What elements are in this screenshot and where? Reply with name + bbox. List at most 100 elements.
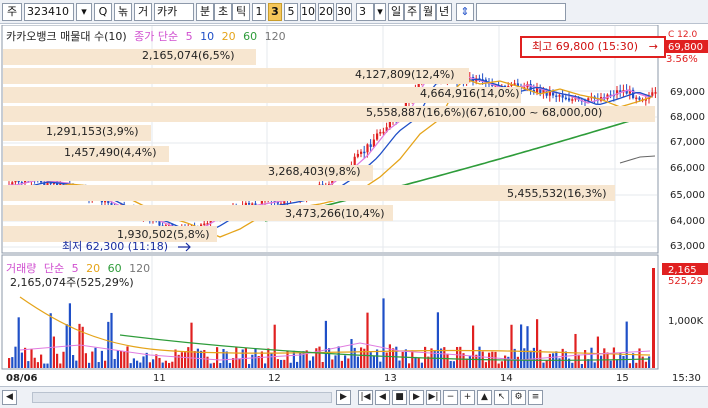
volume-bar (312, 356, 315, 368)
volume-bar (590, 347, 593, 368)
volume-bar (286, 351, 289, 368)
volume-bar (648, 356, 651, 368)
next-button[interactable]: ▶ (409, 390, 424, 405)
volume-bar (171, 361, 174, 368)
blank-field[interactable] (476, 3, 566, 21)
interval-10[interactable]: 10 (300, 3, 316, 21)
volume-bar (324, 320, 327, 368)
volume-bar (411, 350, 414, 368)
volume-bar (382, 298, 385, 368)
settings-icon[interactable]: ⚙ (511, 390, 526, 405)
scroll-left-button[interactable]: ◀ (2, 390, 17, 405)
ma-60[interactable]: 60 (243, 30, 257, 43)
cursor-icon[interactable]: ↖ (494, 390, 509, 405)
volume-bar (635, 362, 638, 368)
volume-bar (449, 360, 452, 368)
volume-bar (152, 359, 155, 368)
menu-icon[interactable]: ≡ (528, 390, 543, 405)
view-year[interactable]: 년 (436, 3, 452, 21)
sort-icon[interactable]: ⇕ (456, 3, 474, 21)
stock-name-field[interactable]: 카카 (154, 3, 194, 21)
ma-120[interactable]: 120 (265, 30, 286, 43)
volume-bar (88, 362, 91, 368)
volume-bar (347, 358, 350, 368)
ma-20[interactable]: 20 (222, 30, 236, 43)
period-tick[interactable]: 틱 (232, 3, 250, 21)
candle (366, 144, 369, 153)
y-tick: 67,000 (670, 137, 705, 148)
search-icon[interactable]: Q (94, 3, 112, 21)
volume-bar (14, 346, 17, 368)
interval-20[interactable]: 20 (318, 3, 334, 21)
volume-profile-label: 5,455,532(16,3%) (507, 187, 607, 200)
dropdown-arrow-icon[interactable]: ▾ (76, 3, 92, 21)
volume-bar (264, 363, 267, 368)
last-button[interactable]: ▶| (426, 390, 441, 405)
top-right-label: C 12.0 (668, 30, 697, 40)
volume-bar (331, 359, 334, 368)
volume-profile-label: 3,268,403(9,8%) (268, 165, 361, 178)
volume-profile-label: 1,291,153(3,9%) (46, 125, 139, 138)
volume-bar (142, 356, 145, 368)
x-tick-last: 15:30 (672, 373, 701, 384)
volume-bar (107, 321, 110, 368)
stop-button[interactable]: ■ (392, 390, 407, 405)
volume-bar (340, 360, 343, 368)
volume-bar (94, 347, 97, 368)
ma-10[interactable]: 10 (200, 30, 214, 43)
interval-30[interactable]: 30 (336, 3, 352, 21)
volume-bar (616, 359, 619, 368)
candle (376, 133, 379, 140)
volume-bar (414, 356, 417, 368)
y-tick: 64,000 (670, 216, 705, 227)
code-input[interactable]: 323410 (24, 3, 74, 21)
volume-bar (75, 360, 78, 368)
period-minute[interactable]: 분 (196, 3, 214, 21)
volume-bar (8, 358, 11, 368)
function-button[interactable]: 거 (134, 3, 152, 21)
prev-button[interactable]: ◀ (375, 390, 390, 405)
interval-3[interactable]: 3 (268, 3, 282, 21)
volume-bar (123, 351, 126, 368)
volume-bar (56, 353, 59, 368)
zoom-out-button[interactable]: − (443, 390, 458, 405)
volume-profile-label: 1,457,490(4,4%) (64, 146, 157, 159)
scroll-right-button[interactable]: ▶ (336, 390, 351, 405)
interval-5[interactable]: 5 (284, 3, 298, 21)
volume-bar (116, 350, 119, 368)
candle (356, 153, 359, 157)
period-second[interactable]: 초 (214, 3, 232, 21)
count-dropdown-icon[interactable]: ▾ (374, 3, 386, 21)
scrollbar-track[interactable] (32, 392, 332, 403)
candle (360, 151, 363, 154)
volume-bar (248, 363, 251, 368)
zoom-in-button[interactable]: + (460, 390, 475, 405)
volume-bar (120, 350, 123, 368)
volume-bar (11, 357, 14, 368)
volume-bar (49, 313, 52, 368)
volume-bar (72, 355, 75, 368)
up-button[interactable]: ▲ (477, 390, 492, 405)
filter-button[interactable]: 녺 (114, 3, 132, 21)
volume-bar (174, 349, 177, 368)
volume-bar (260, 351, 263, 368)
toolbar: 주 323410 ▾ Q 녺 거 카카 분 초 틱 1 3 5 10 20 30… (0, 0, 708, 24)
candle (638, 97, 641, 100)
volume-bar (484, 362, 487, 368)
current-price-text: 69,800 (668, 42, 703, 53)
volume-bar (628, 363, 631, 368)
bottom-bar: ◀ ▶ |◀ ◀ ■ ▶ ▶| − + ▲ ↖ ⚙ ≡ (0, 386, 708, 408)
interval-1[interactable]: 1 (252, 3, 266, 21)
count-field[interactable]: 3 (356, 3, 374, 21)
candle (654, 92, 657, 94)
view-month[interactable]: 월 (420, 3, 436, 21)
ma-5[interactable]: 5 (186, 30, 193, 43)
first-button[interactable]: |◀ (358, 390, 373, 405)
view-day[interactable]: 일 (388, 3, 404, 21)
volume-bar (238, 358, 241, 368)
view-week[interactable]: 주 (404, 3, 420, 21)
volume-bar (212, 362, 215, 368)
market-select[interactable]: 주 (2, 3, 22, 21)
volume-bar (344, 355, 347, 368)
volume-bar (465, 358, 468, 368)
